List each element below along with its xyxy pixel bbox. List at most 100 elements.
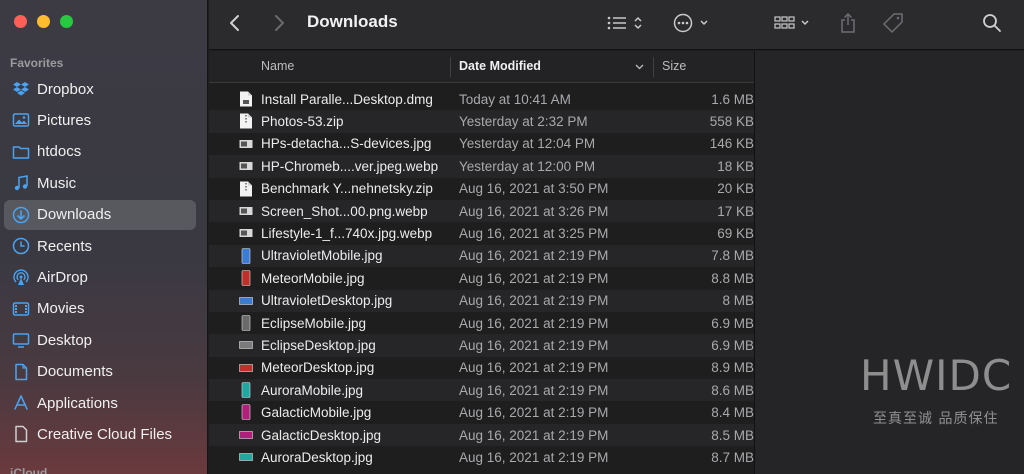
file-name: HPs-detacha...S-devices.jpg (261, 136, 432, 152)
file-row[interactable]: MeteorDesktop.jpg Aug 16, 2021 at 2:19 PM… (209, 357, 754, 379)
icloud-header: iCloud (10, 466, 48, 474)
file-row[interactable]: GalacticMobile.jpg Aug 16, 2021 at 2:19 P… (209, 401, 754, 423)
file-date-modified: Aug 16, 2021 at 3:50 PM (459, 181, 609, 197)
file-row[interactable]: HP-Chromeb....ver.jpeg.webp Yesterday at … (209, 155, 754, 178)
file-name: UltravioletDesktop.jpg (261, 293, 393, 309)
date-modified-column-header[interactable]: Date Modified (459, 59, 541, 73)
column-divider[interactable] (450, 57, 451, 77)
dropbox-icon (12, 80, 30, 98)
file-date-modified: Yesterday at 12:00 PM (459, 158, 596, 174)
grid-icon (774, 16, 809, 29)
music-icon (12, 174, 30, 192)
sidebar-item-recents[interactable]: Recents (4, 231, 196, 261)
file-row[interactable]: GalacticDesktop.jpg Aug 16, 2021 at 2:19 … (209, 423, 754, 447)
file-row[interactable]: Benchmark Y...nehnetsky.zip Aug 16, 2021 … (209, 178, 754, 200)
file-name: HP-Chromeb....ver.jpeg.webp (261, 158, 439, 174)
file-date-modified: Aug 16, 2021 at 2:19 PM (459, 360, 609, 376)
file-row[interactable]: UltravioletMobile.jpg Aug 16, 2021 at 2:1… (209, 244, 754, 268)
file-date-modified: Aug 16, 2021 at 2:19 PM (459, 293, 609, 309)
file-row[interactable]: HPs-detacha...S-devices.jpg Yesterday at … (209, 133, 754, 155)
watermark-brand: HWIDC (860, 351, 1013, 400)
sidebar-item-dropbox[interactable]: Dropbox (4, 74, 196, 104)
image-thumbnail-icon (239, 225, 253, 241)
file-row[interactable]: Screen_Shot...00.png.webp Aug 16, 2021 at… (209, 199, 754, 223)
file-name: Install Paralle...Desktop.dmg (261, 91, 433, 107)
close-window-button[interactable] (14, 15, 27, 28)
file-name: MeteorMobile.jpg (261, 270, 365, 286)
sidebar-item-creative-cloud-files[interactable]: Creative Cloud Files (4, 419, 196, 449)
file-date-modified: Aug 16, 2021 at 2:19 PM (459, 405, 609, 421)
size-column-header[interactable]: Size (662, 59, 686, 73)
file-size: 146 KB (709, 136, 754, 152)
file-size: 8.7 MB (711, 449, 754, 465)
airdrop-icon (12, 268, 30, 286)
file-size: 6.9 MB (711, 337, 754, 353)
back-button[interactable] (229, 10, 241, 36)
file-size: 17 KB (717, 203, 754, 219)
sidebar-item-documents[interactable]: Documents (4, 357, 196, 387)
group-by-button[interactable] (772, 10, 816, 36)
sidebar-item-music[interactable]: Music (4, 168, 196, 198)
pictures-icon (12, 111, 30, 129)
minimize-window-button[interactable] (37, 15, 50, 28)
sidebar-item-label: Creative Cloud Files (37, 425, 173, 443)
sidebar-item-applications[interactable]: Applications (4, 388, 196, 418)
file-row[interactable]: AuroraMobile.jpg Aug 16, 2021 at 2:19 PM 8… (209, 379, 754, 402)
search-button[interactable] (981, 10, 1003, 36)
file-size: 20 KB (717, 181, 754, 197)
file-row[interactable]: Photos-53.zip Yesterday at 2:32 PM 558 KB (209, 110, 754, 133)
list-view-icon (607, 16, 642, 30)
search-icon (983, 14, 1001, 32)
image-thumbnail-icon (239, 136, 253, 152)
file-row[interactable]: Lifestyle-1_f...740x.jpg.webp Aug 16, 202… (209, 222, 754, 244)
sidebar-item-desktop[interactable]: Desktop (4, 325, 196, 355)
sidebar-item-pictures[interactable]: Pictures (4, 105, 196, 135)
movies-icon (12, 300, 30, 318)
applications-icon (12, 394, 30, 412)
desktop-thumbnail-icon (239, 360, 253, 376)
desktop-thumbnail-icon (239, 449, 253, 465)
file-row[interactable]: EclipseMobile.jpg Aug 16, 2021 at 2:19 PM… (209, 312, 754, 334)
file-row[interactable]: Install Paralle...Desktop.dmg Today at 10… (209, 88, 754, 110)
file-date-modified: Aug 16, 2021 at 2:19 PM (459, 248, 609, 264)
sidebar-item-downloads[interactable]: Downloads (4, 199, 196, 230)
preview-pane: HWIDC 至真至诚 品质保住 (754, 51, 1024, 474)
file-name: AuroraMobile.jpg (261, 382, 364, 398)
chevron-left-icon (230, 15, 239, 31)
column-divider[interactable] (653, 57, 654, 77)
sidebar-item-movies[interactable]: Movies (4, 294, 196, 324)
share-icon (841, 12, 855, 33)
desktop-thumbnail-icon (239, 337, 253, 353)
file-row[interactable]: MeteorMobile.jpg Aug 16, 2021 at 2:19 PM 8… (209, 267, 754, 289)
forward-button[interactable] (273, 10, 285, 36)
name-column-header[interactable]: Name (261, 59, 294, 73)
sidebar-item-label: Movies (37, 300, 85, 318)
file-size: 69 KB (717, 226, 754, 242)
file-name: Screen_Shot...00.png.webp (261, 203, 428, 219)
file-row[interactable]: EclipseDesktop.jpg Aug 16, 2021 at 2:19 P… (209, 334, 754, 357)
action-menu-button[interactable] (671, 10, 715, 36)
file-row[interactable]: UltravioletDesktop.jpg Aug 16, 2021 at 2:… (209, 289, 754, 312)
sidebar-item-airdrop[interactable]: AirDrop (4, 262, 196, 292)
favorites-header: Favorites (10, 56, 64, 70)
sidebar-item-label: Pictures (37, 111, 92, 129)
image-thumbnail-icon (239, 158, 253, 174)
file-date-modified: Aug 16, 2021 at 2:19 PM (459, 449, 609, 465)
sort-descending-icon (635, 64, 644, 70)
image-thumbnail-icon (239, 203, 253, 219)
file-date-modified: Aug 16, 2021 at 2:19 PM (459, 337, 609, 353)
sidebar-item-label: Music (37, 174, 77, 192)
file-name: EclipseDesktop.jpg (261, 337, 376, 353)
file-name: Benchmark Y...nehnetsky.zip (261, 181, 433, 197)
view-options-button[interactable] (605, 10, 649, 36)
share-button[interactable] (837, 10, 859, 36)
file-row[interactable]: AuroraDesktop.jpg Aug 16, 2021 at 2:19 PM… (209, 446, 754, 468)
zoom-window-button[interactable] (60, 15, 73, 28)
sidebar-item-label: Desktop (37, 331, 93, 349)
phone-thumbnail-icon (239, 247, 253, 264)
file-name: Photos-53.zip (261, 114, 344, 130)
sidebar-item-label: Documents (37, 363, 113, 381)
tags-button[interactable] (881, 10, 905, 36)
file-size: 6.9 MB (711, 315, 754, 331)
sidebar-item-htdocs[interactable]: htdocs (4, 137, 196, 167)
